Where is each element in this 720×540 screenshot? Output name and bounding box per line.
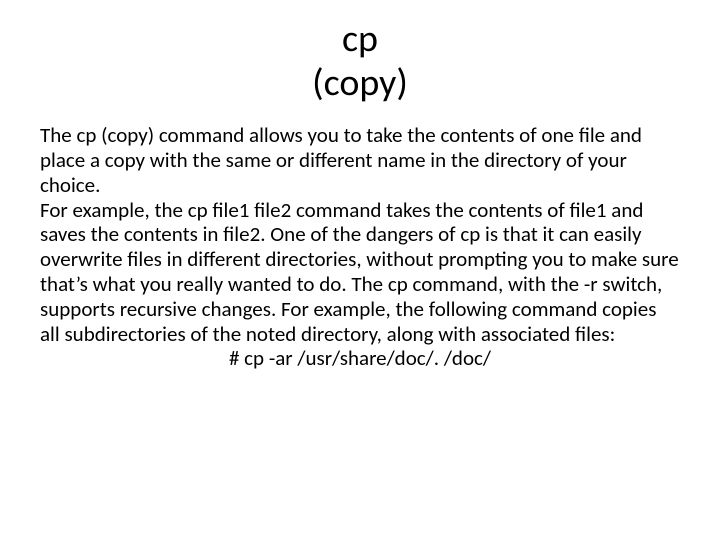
paragraph-1: The cp (copy) command allows you to take… xyxy=(40,123,680,197)
text: For example, the xyxy=(40,197,188,223)
title-line-1: cp xyxy=(342,16,378,62)
title-line-2: (copy) xyxy=(312,60,408,106)
command-cp-file1-file2: cp file1 file2 xyxy=(188,197,291,223)
command-cp: cp xyxy=(388,271,408,297)
text: The xyxy=(40,122,76,148)
slide-body: The cp (copy) command allows you to take… xyxy=(40,123,680,371)
command-cp: cp xyxy=(460,221,480,247)
slide-title: cp (copy) xyxy=(40,18,680,105)
command-cp-copy: cp (copy) xyxy=(76,122,154,148)
switch-r: -r xyxy=(584,271,598,297)
text: command, with the xyxy=(408,271,584,297)
slide: cp (copy) The cp (copy) command allows y… xyxy=(0,0,720,540)
command-example: # cp -ar /usr/share/doc/. /doc/ xyxy=(40,346,680,371)
paragraph-2: For example, the cp file1 file2 command … xyxy=(40,198,680,347)
